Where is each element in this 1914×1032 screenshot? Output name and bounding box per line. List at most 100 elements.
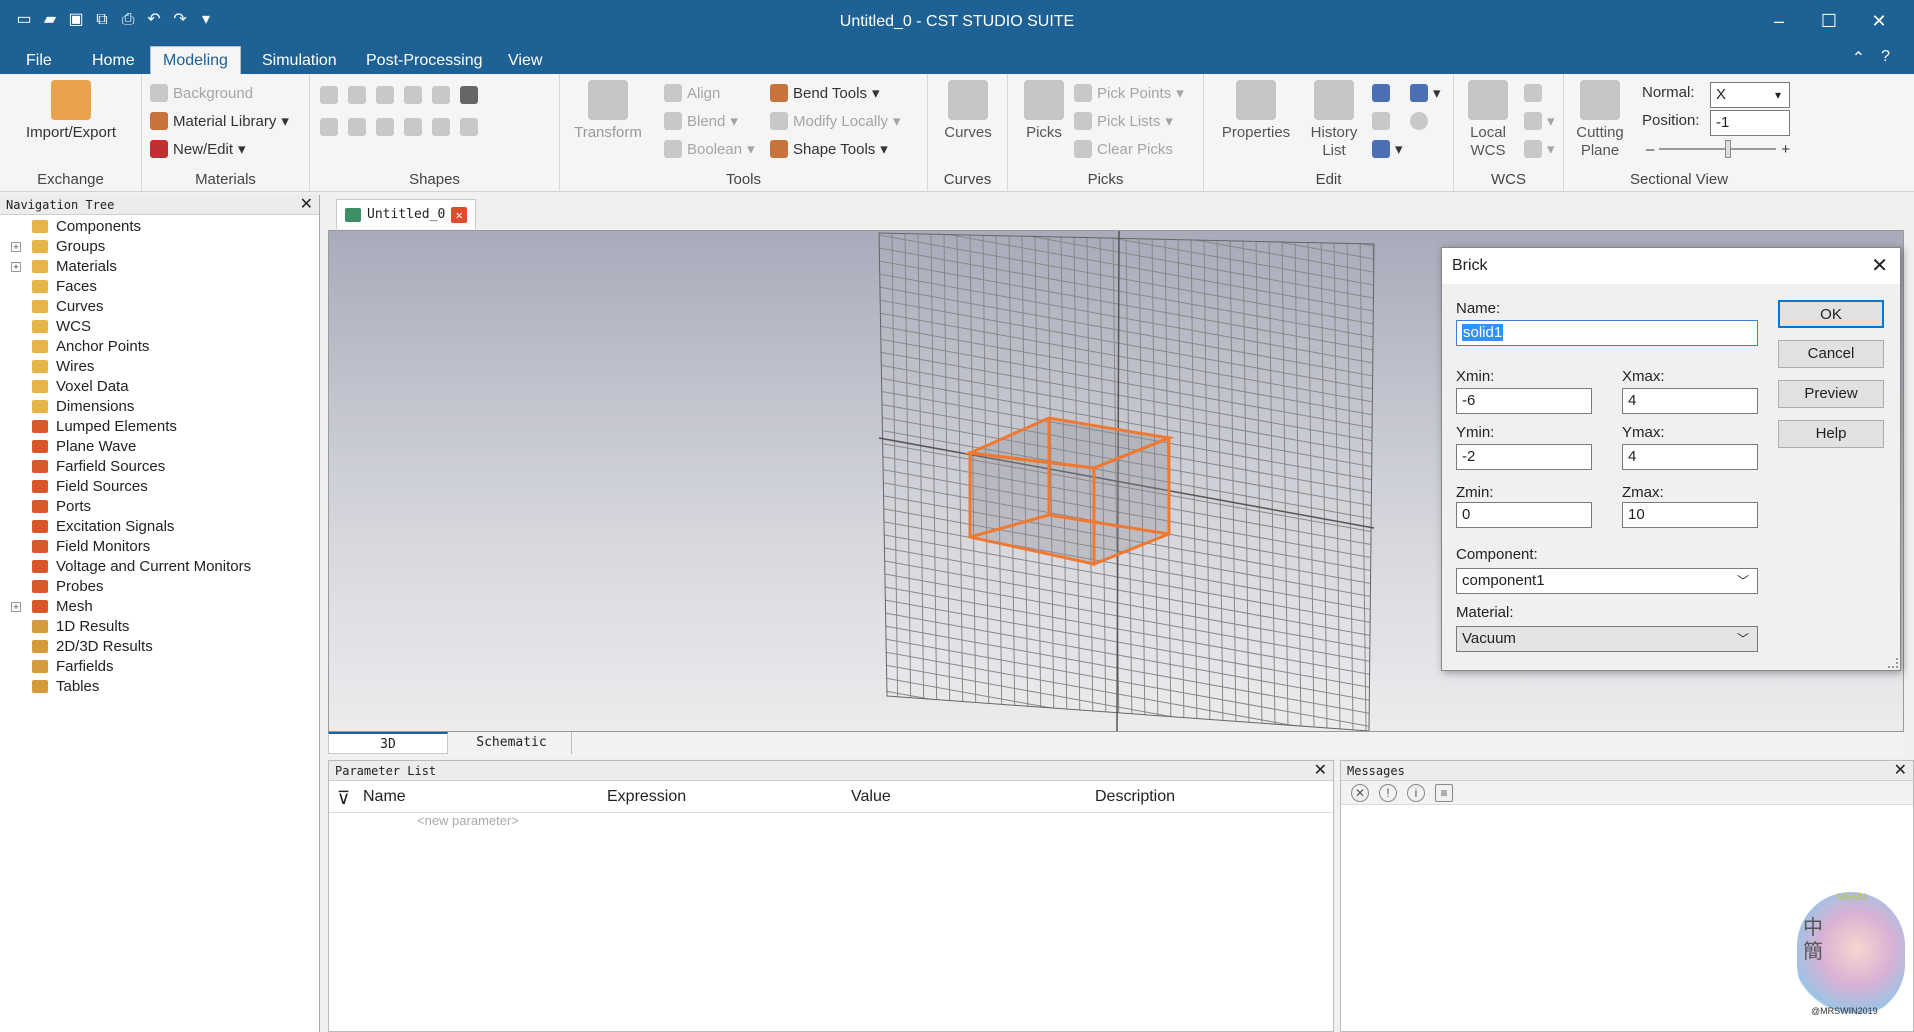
expand-icon[interactable]: + (11, 602, 21, 612)
new-edit-button[interactable]: New/Edit ▾ (150, 140, 246, 158)
align-button[interactable]: Align (664, 84, 720, 102)
column-value[interactable]: Value (851, 788, 891, 806)
boolean-button[interactable]: Boolean ▾ (664, 140, 755, 158)
trace-icon[interactable] (432, 118, 450, 136)
xmin-input[interactable]: -6 (1456, 388, 1592, 414)
tree-item[interactable]: Field Sources (0, 477, 319, 497)
close-tab-icon[interactable]: ✕ (451, 206, 468, 223)
document-tab[interactable]: Untitled_0 ✕ (336, 199, 477, 229)
rotate-icon[interactable] (320, 118, 338, 136)
wcs-align-button[interactable] (1524, 84, 1542, 102)
tree-item[interactable]: Wires (0, 357, 319, 377)
slider-thumb[interactable] (1724, 140, 1731, 158)
preview-button[interactable]: Preview (1778, 380, 1884, 408)
tree-item[interactable]: Plane Wave (0, 437, 319, 457)
xmax-input[interactable]: 4 (1622, 388, 1758, 414)
ymin-input[interactable]: -2 (1456, 444, 1592, 470)
error-filter-icon[interactable]: ✕ (1351, 783, 1369, 802)
background-button[interactable]: Background (150, 84, 253, 102)
zmax-input[interactable]: 10 (1622, 502, 1758, 528)
tab-simulation[interactable]: Simulation (250, 48, 349, 74)
tree-item[interactable]: 1D Results (0, 617, 319, 637)
tree-item[interactable]: Curves (0, 297, 319, 317)
calculator-button[interactable] (1372, 84, 1390, 102)
tree-item[interactable]: Voxel Data (0, 377, 319, 397)
modify-locally-button[interactable]: Modify Locally ▾ (770, 112, 901, 130)
new-parameter-row[interactable]: <new parameter> (417, 813, 519, 828)
tree-item[interactable]: + Groups (0, 237, 319, 257)
component-select[interactable]: component1 ﹀ (1456, 568, 1758, 594)
extrude-icon[interactable] (460, 86, 478, 104)
help-icon[interactable]: ? (1881, 48, 1890, 68)
brick-icon[interactable] (320, 86, 338, 104)
extrude-curve-icon[interactable] (404, 118, 422, 136)
tree-item[interactable]: Farfield Sources (0, 457, 319, 477)
sweep-icon[interactable] (376, 118, 394, 136)
expand-icon[interactable]: + (11, 262, 21, 272)
cutting-plane-button[interactable]: Cutting Plane (1572, 80, 1628, 160)
properties-button[interactable]: Properties (1216, 80, 1296, 142)
cancel-button[interactable]: Cancel (1778, 340, 1884, 368)
name-input[interactable]: solid1 (1456, 320, 1758, 346)
curves-button[interactable]: Curves (936, 80, 1000, 142)
cone-icon[interactable] (376, 86, 394, 104)
tree-item[interactable]: + Mesh (0, 597, 319, 617)
tree-item[interactable]: + Materials (0, 257, 319, 277)
tab-view[interactable]: View (496, 48, 554, 74)
tab-file[interactable]: File (14, 48, 64, 74)
shape-tools-button[interactable]: Shape Tools ▾ (770, 140, 888, 158)
expand-icon[interactable]: + (11, 242, 21, 252)
ymax-input[interactable]: 4 (1622, 444, 1758, 470)
close-icon[interactable]: ✕ (300, 195, 313, 215)
tree-item[interactable]: Ports (0, 497, 319, 517)
position-input[interactable]: -1 (1710, 110, 1790, 136)
close-dialog-icon[interactable]: ✕ (1871, 248, 1888, 284)
help-button[interactable]: Help (1778, 420, 1884, 448)
maximize-icon[interactable]: ☐ (1804, 6, 1854, 36)
column-description[interactable]: Description (1095, 788, 1175, 806)
column-expression[interactable]: Expression (607, 788, 686, 806)
close-window-icon[interactable]: ✕ (1854, 6, 1904, 36)
close-icon[interactable]: ✕ (1894, 761, 1907, 781)
bend-tools-button[interactable]: Bend Tools ▾ (770, 84, 879, 102)
resize-grip[interactable] (1888, 658, 1898, 668)
macro-button[interactable]: ▾ (1372, 140, 1403, 158)
picks-button[interactable]: Picks (1014, 80, 1074, 142)
clear-picks-button[interactable]: Clear Picks (1074, 140, 1173, 158)
wcs-transform-button[interactable]: ▾ (1524, 112, 1555, 130)
tree-item[interactable]: Excitation Signals (0, 517, 319, 537)
tree-item[interactable]: Faces (0, 277, 319, 297)
clear-messages-icon[interactable]: ≡ (1435, 783, 1453, 802)
pick-points-button[interactable]: Pick Points ▾ (1074, 84, 1184, 102)
tree-item[interactable]: Components (0, 217, 319, 237)
zmin-input[interactable]: 0 (1456, 502, 1592, 528)
parametric-update-button[interactable] (1372, 112, 1390, 130)
tree-item[interactable]: Anchor Points (0, 337, 319, 357)
tree-item[interactable]: Voltage and Current Monitors (0, 557, 319, 577)
warning-filter-icon[interactable]: ! (1379, 783, 1397, 802)
position-slider[interactable]: – + (1646, 140, 1790, 158)
tree-item[interactable]: Dimensions (0, 397, 319, 417)
import-export-button[interactable]: Import/Export (16, 80, 126, 142)
tab-home[interactable]: Home (80, 48, 147, 74)
column-name[interactable]: Name (363, 788, 406, 806)
tree-item[interactable]: Tables (0, 677, 319, 697)
info-button[interactable] (1410, 112, 1428, 130)
pick-lists-button[interactable]: Pick Lists ▾ (1074, 112, 1173, 130)
brick-solid[interactable] (964, 416, 1175, 567)
normal-select[interactable]: X ▾ (1710, 82, 1790, 108)
wcs-move-button[interactable]: ▾ (1524, 140, 1555, 158)
info-filter-icon[interactable]: i (1407, 783, 1425, 802)
ok-button[interactable]: OK (1778, 300, 1884, 328)
tab-post-processing[interactable]: Post-Processing (354, 48, 495, 74)
loft-icon[interactable] (348, 118, 366, 136)
tree-item[interactable]: Farfields (0, 657, 319, 677)
blend-button[interactable]: Blend ▾ (664, 112, 738, 130)
close-icon[interactable]: ✕ (1314, 761, 1327, 781)
sphere-icon[interactable] (348, 86, 366, 104)
tree-item[interactable]: Field Monitors (0, 537, 319, 557)
local-wcs-button[interactable]: Local WCS (1460, 80, 1516, 160)
material-library-button[interactable]: Material Library ▾ (150, 112, 289, 130)
tab-schematic[interactable]: Schematic (452, 732, 572, 754)
tree-item[interactable]: Probes (0, 577, 319, 597)
